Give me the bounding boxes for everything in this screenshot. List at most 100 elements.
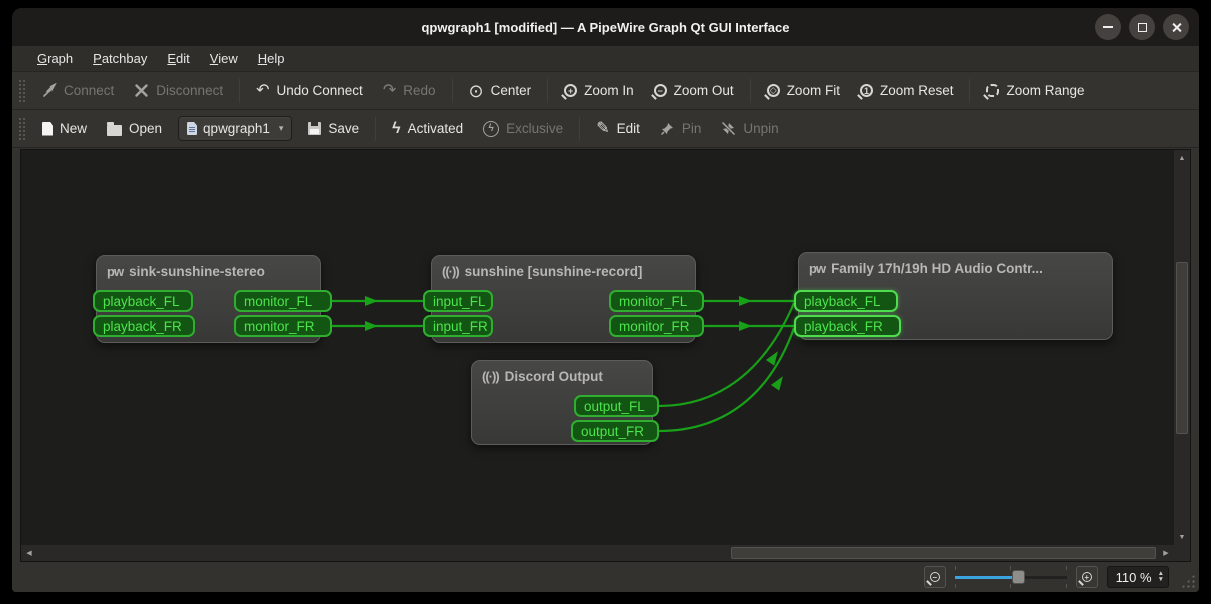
cable-arrow [365,321,378,331]
zoom-fit-button[interactable]: ◇ Zoom Fit [757,77,850,104]
toolbar-separator [750,79,751,103]
zoom-in-icon: + [564,84,577,97]
undo-icon: ↶ [256,83,269,99]
scroll-right-arrow[interactable]: ▶ [1158,545,1174,561]
activated-toggle[interactable]: ϟ Activated [382,115,473,143]
redo-button[interactable]: ↷ Redo [373,77,446,105]
unpin-button[interactable]: Unpin [711,115,788,142]
zoom-out-button[interactable]: − Zoom Out [644,77,744,104]
center-button[interactable]: ⊙ Center [459,76,542,106]
zoom-reset-button[interactable]: 1 Zoom Reset [850,77,964,104]
menu-patchbay[interactable]: Patchbay [84,48,156,69]
cable-arrow [771,373,787,390]
maximize-button[interactable] [1129,14,1155,40]
edit-toggle[interactable]: ✎ Edit [586,115,650,143]
port-playback_FR[interactable]: playback_FR [93,315,195,337]
port-output_FL[interactable]: output_FL [574,395,659,417]
toolbar-drag-handle[interactable] [18,79,26,103]
new-button[interactable]: New [32,115,97,142]
port-output_FR[interactable]: output_FR [571,420,659,442]
horizontal-scrollbar[interactable]: ◀ ▶ [21,545,1174,561]
open-folder-icon [107,125,122,136]
zoom-fit-label: Zoom Fit [787,83,840,98]
center-icon: ⊙ [469,82,484,100]
port-playback_FL[interactable]: playback_FL [93,290,193,312]
connect-button[interactable]: Connect [32,77,124,104]
minimize-button[interactable] [1095,14,1121,40]
pin-button[interactable]: Pin [650,115,712,142]
undo-connect-button[interactable]: ↶ Undo Connect [246,77,373,105]
save-icon [308,122,321,135]
toolbar-drag-handle[interactable] [18,117,26,141]
toolbar-separator [579,117,580,141]
spin-down-arrow[interactable]: ▼ [1158,577,1164,583]
port-playback_FL[interactable]: playback_FL [794,290,898,312]
activated-bolt-icon: ϟ [392,121,400,137]
port-playback_FR[interactable]: playback_FR [794,315,901,337]
vertical-scrollbar[interactable]: ▲ ▼ [1174,150,1190,545]
zoom-out-icon: − [654,84,667,97]
port-monitor_FR[interactable]: monitor_FR [234,315,332,337]
port-monitor_FR[interactable]: monitor_FR [609,315,704,337]
node-title: Discord Output [505,369,603,384]
open-label: Open [129,121,162,136]
close-button[interactable] [1163,14,1189,40]
exclusive-toggle[interactable]: ϟ Exclusive [473,115,573,143]
cable-arrow [365,296,378,306]
horizontal-scrollbar-thumb[interactable] [731,547,1156,559]
zoom-slider[interactable] [955,566,1067,588]
port-input_FR[interactable]: input_FR [423,315,493,337]
close-icon [1171,22,1182,33]
statusbar-zoom-in-button[interactable]: + [1076,566,1098,588]
zoom-reset-label: Zoom Reset [880,83,954,98]
toolbar-separator [547,79,548,103]
node-title: Family 17h/19h HD Audio Contr... [831,261,1043,276]
window-title: qpwgraph1 [modified] — A PipeWire Graph … [421,20,789,35]
unpin-icon [721,121,736,136]
audio-stream-icon: ((·)) [442,264,459,279]
scroll-left-arrow[interactable]: ◀ [21,545,37,561]
zoom-reset-icon: 1 [860,84,873,97]
disconnect-button[interactable]: Disconnect [124,77,233,104]
pin-label: Pin [682,121,702,136]
zoom-range-icon [986,84,999,97]
patchbay-file-icon [187,122,197,135]
window-resize-grip[interactable] [1181,574,1195,588]
zoom-slider-handle[interactable] [1012,570,1025,584]
pin-icon [660,121,675,136]
titlebar[interactable]: qpwgraph1 [modified] — A PipeWire Graph … [12,8,1199,46]
toolbar-separator [452,79,453,103]
redo-label: Redo [403,83,435,98]
port-monitor_FL[interactable]: monitor_FL [609,290,704,312]
zoom-in-icon: + [1082,572,1092,582]
exclusive-bolt-icon: ϟ [483,121,499,137]
menubar: Graph Patchbay Edit View Help [12,46,1199,72]
chevron-down-icon: ▾ [279,123,284,134]
vertical-scrollbar-thumb[interactable] [1176,262,1188,434]
pencil-icon: ✎ [596,121,609,137]
edit-label: Edit [617,121,640,136]
patchbay-select[interactable]: qpwgraph1 ▾ [178,116,292,141]
menu-view[interactable]: View [201,48,247,69]
save-button[interactable]: Save [298,115,369,142]
menu-graph[interactable]: Graph [28,48,82,69]
port-monitor_FL[interactable]: monitor_FL [234,290,332,312]
zoom-range-button[interactable]: Zoom Range [976,77,1094,104]
cable-arrow [739,296,752,306]
cables-layer [21,150,1176,542]
cable-arrow [766,348,782,365]
graph-canvas[interactable]: pw sink-sunshine-stereo ((·)) sunshine [… [20,149,1191,562]
zoom-level-spinbox[interactable]: 110 % ▲ ▼ [1107,566,1169,588]
save-label: Save [328,121,359,136]
statusbar-zoom-out-button[interactable]: − [924,566,946,588]
open-button[interactable]: Open [97,115,172,142]
zoom-range-label: Zoom Range [1006,83,1084,98]
statusbar: − + 110 % ▲ ▼ [12,562,1199,592]
menu-help[interactable]: Help [249,48,294,69]
connect-icon [42,83,57,98]
scroll-down-arrow[interactable]: ▼ [1174,529,1190,545]
menu-edit[interactable]: Edit [158,48,198,69]
port-input_FL[interactable]: input_FL [423,290,493,312]
scroll-up-arrow[interactable]: ▲ [1174,150,1190,166]
zoom-in-button[interactable]: + Zoom In [554,77,644,104]
